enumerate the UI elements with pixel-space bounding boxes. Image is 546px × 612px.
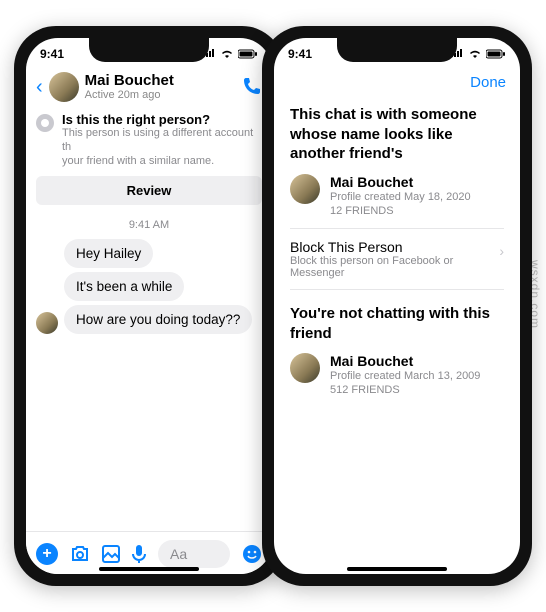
shield-icon (36, 114, 54, 132)
message-bubble: It's been a while (64, 272, 184, 301)
warning-body: This person is using a different account… (62, 127, 262, 168)
impersonation-warning: Is this the right person? This person is… (36, 112, 262, 168)
profile-friends: 512 FRIENDS (330, 383, 480, 397)
battery-icon (238, 49, 258, 59)
notch (337, 38, 457, 62)
active-status: Active 20m ago (85, 89, 236, 101)
notch (89, 38, 209, 62)
avatar[interactable] (49, 72, 79, 102)
message-bubble: Hey Hailey (64, 239, 153, 268)
profile-name: Mai Bouchet (330, 174, 471, 190)
block-title: Block This Person (290, 239, 504, 255)
clock: 9:41 (40, 47, 64, 61)
message-row: How are you doing today?? (26, 303, 272, 336)
friend-heading: You're not chatting with this friend (290, 304, 504, 343)
wifi-icon (220, 49, 234, 59)
stranger-profile[interactable]: Mai Bouchet Profile created May 18, 2020… (290, 174, 504, 219)
friend-profile[interactable]: Mai Bouchet Profile created March 13, 20… (290, 353, 504, 398)
timestamp: 9:41 AM (26, 219, 272, 231)
phone-right: 9:41 Done This chat is with someone whos… (262, 26, 532, 586)
camera-icon[interactable] (70, 545, 90, 563)
contact-name: Mai Bouchet (85, 73, 236, 90)
plus-icon[interactable]: + (36, 543, 58, 565)
home-indicator (347, 567, 447, 571)
clock: 9:41 (288, 47, 312, 61)
profile-name: Mai Bouchet (330, 353, 480, 369)
warning-heading: This chat is with someone whose name loo… (290, 105, 504, 164)
avatar (290, 174, 320, 204)
block-subtitle: Block this person on Facebook or Messeng… (290, 255, 504, 279)
profile-friends: 12 FRIENDS (330, 204, 471, 218)
chat-header: ‹ Mai Bouchet Active 20m ago (26, 70, 272, 108)
gallery-icon[interactable] (102, 545, 120, 563)
battery-icon (486, 49, 506, 59)
profile-created: Profile created May 18, 2020 (330, 190, 471, 204)
emoji-icon[interactable] (242, 544, 262, 564)
call-icon[interactable] (242, 76, 262, 99)
wifi-icon (468, 49, 482, 59)
avatar (290, 353, 320, 383)
back-button[interactable]: ‹ (36, 76, 43, 99)
message-row: Hey Hailey (26, 237, 272, 270)
review-button[interactable]: Review (36, 176, 262, 205)
chevron-right-icon: › (499, 243, 504, 259)
home-indicator (99, 567, 199, 571)
phone-left: 9:41 ‹ Mai Bouchet Active 20m ago (14, 26, 284, 586)
mic-icon[interactable] (132, 544, 146, 564)
message-input[interactable]: Aa (158, 540, 230, 568)
profile-created: Profile created March 13, 2009 (330, 369, 480, 383)
block-person-row[interactable]: Block This Person Block this person on F… (290, 228, 504, 290)
message-row: It's been a while (26, 270, 272, 303)
message-avatar (36, 312, 58, 334)
message-bubble: How are you doing today?? (64, 305, 252, 334)
warning-title: Is this the right person? (62, 112, 262, 127)
done-button[interactable]: Done (470, 74, 506, 91)
